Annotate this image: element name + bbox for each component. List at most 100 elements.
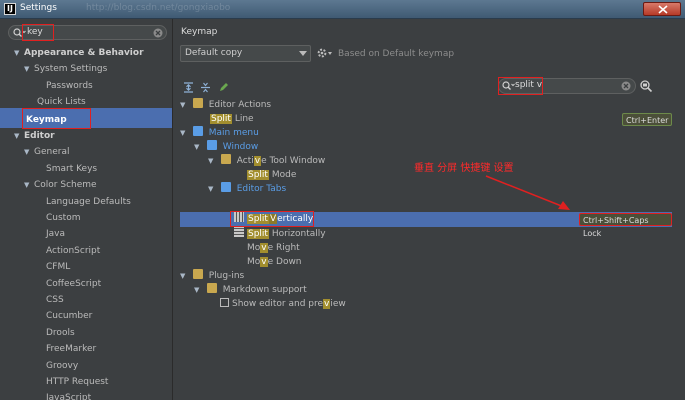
- sidebar-item-cfml[interactable]: CFML: [46, 259, 70, 275]
- expanded-arrow-icon[interactable]: ▼: [14, 128, 24, 144]
- find-by-shortcut-icon[interactable]: [639, 79, 653, 93]
- annotation-box-keymap-search: [498, 77, 543, 95]
- folder-icon: [220, 182, 231, 192]
- annotation-box-keymap: [22, 108, 91, 129]
- based-on-label: Based on Default keymap: [338, 49, 455, 59]
- action-label: iew: [330, 299, 346, 309]
- sidebar-item-label: General: [34, 147, 70, 158]
- sidebar-item-coffeescript[interactable]: CoffeeScript: [46, 276, 101, 292]
- expanded-arrow-icon[interactable]: ▼: [24, 61, 34, 77]
- watermark-text: http://blog.csdn.net/gongxiaobo: [86, 3, 231, 13]
- tree-row-move-down[interactable]: Move Down: [247, 254, 302, 270]
- expanded-arrow-icon: ▼: [180, 101, 186, 109]
- folder-icon: [220, 154, 231, 164]
- editor-preview-icon: [220, 298, 229, 307]
- title-bar: IJ Settings http://blog.csdn.net/gongxia…: [0, 0, 685, 19]
- sidebar-item-label: CFML: [46, 262, 71, 273]
- action-label-highlight: v: [260, 243, 268, 253]
- action-label: Horizontally: [268, 229, 326, 239]
- expanded-arrow-icon[interactable]: ▼: [14, 45, 24, 61]
- sidebar-item-groovy[interactable]: Groovy: [46, 358, 78, 374]
- sidebar-item-label: Drools: [46, 327, 75, 338]
- settings-sidebar: key ▼ Appearance & Behavior ▼ System Settin…: [0, 19, 173, 400]
- keymap-dropdown[interactable]: Default copy: [180, 45, 311, 62]
- action-label-highlight: Split: [210, 114, 232, 124]
- sidebar-item-custom[interactable]: Custom: [46, 210, 80, 226]
- tree-row-editor-tabs[interactable]: ▼ Editor Tabs: [208, 181, 286, 197]
- action-label: Show editor and pre: [232, 299, 324, 309]
- action-label: Mo: [247, 257, 261, 267]
- panel-title: Keymap: [181, 27, 218, 37]
- expand-all-icon[interactable]: [183, 82, 194, 93]
- sidebar-item-label: ActionScript: [46, 245, 101, 256]
- expanded-arrow-icon[interactable]: ▼: [24, 144, 34, 160]
- sidebar-item-label: Custom: [46, 213, 81, 223]
- folder-icon: [206, 283, 217, 293]
- sidebar-item-general[interactable]: ▼ General: [24, 144, 69, 160]
- sidebar-item-language-defaults[interactable]: Language Defaults: [46, 194, 131, 210]
- sidebar-item-label: Quick Lists: [37, 97, 86, 108]
- close-icon: [658, 5, 668, 14]
- clear-search-icon[interactable]: [621, 81, 631, 91]
- sidebar-item-drools[interactable]: Drools: [46, 325, 75, 341]
- sidebar-item-freemarker[interactable]: FreeMarker: [46, 341, 96, 357]
- sidebar-item-javascript[interactable]: JavaScript: [46, 390, 91, 400]
- sidebar-item-actionscript[interactable]: ActionScript: [46, 243, 100, 259]
- sidebar-item-label: CSS: [46, 295, 64, 305]
- tree-label: Editor Actions: [208, 100, 272, 110]
- sidebar-item-css[interactable]: CSS: [46, 292, 64, 308]
- sidebar-item-label: Cucumber: [46, 311, 93, 322]
- edit-pencil-icon[interactable]: [218, 82, 229, 93]
- expanded-arrow-icon: ▼: [180, 272, 186, 280]
- sidebar-item-cucumber[interactable]: Cucumber: [46, 308, 92, 324]
- sidebar-item-label: HTTP Request: [46, 377, 109, 387]
- tree-label-highlight: v: [253, 156, 262, 166]
- annotation-box-search: [22, 24, 54, 41]
- close-window-button[interactable]: [643, 2, 681, 16]
- tree-label: Markdown support: [222, 285, 307, 295]
- expanded-arrow-icon[interactable]: ▼: [24, 177, 34, 193]
- annotation-box-split-vertically: [230, 211, 314, 227]
- action-label-highlight: Split: [247, 229, 269, 239]
- action-label: e Right: [267, 243, 300, 253]
- sidebar-item-label: JavaScript: [46, 393, 92, 400]
- sidebar-item-label: Appearance & Behavior: [24, 48, 144, 58]
- tree-label: Window: [222, 142, 259, 152]
- sidebar-item-label: Groovy: [46, 360, 79, 371]
- folder-icon: [192, 269, 203, 279]
- sidebar-item-label: Editor: [24, 131, 55, 141]
- folder-icon: [206, 140, 217, 150]
- sidebar-item-label: Language Defaults: [46, 196, 131, 207]
- sidebar-item-appearance-behavior[interactable]: ▼ Appearance & Behavior: [14, 45, 144, 61]
- action-label: e Down: [267, 257, 302, 267]
- action-label-highlight: Split: [247, 170, 269, 180]
- expanded-arrow-icon: ▼: [208, 185, 214, 193]
- shortcut-badge-split-line: Ctrl+Enter: [622, 113, 673, 126]
- sidebar-item-label: Smart Keys: [46, 163, 98, 174]
- sidebar-item-label: System Settings: [34, 64, 108, 75]
- sidebar-item-color-scheme[interactable]: ▼ Color Scheme: [24, 177, 97, 193]
- sidebar-item-label: Color Scheme: [34, 180, 97, 191]
- sidebar-item-passwords[interactable]: Passwords: [46, 78, 93, 94]
- keymap-dropdown-value: Default copy: [185, 48, 243, 58]
- clear-search-icon[interactable]: [153, 28, 163, 38]
- sidebar-item-java[interactable]: Java: [46, 226, 65, 242]
- sidebar-item-editor[interactable]: ▼ Editor: [14, 128, 55, 144]
- gear-icon[interactable]: [317, 48, 333, 59]
- keymap-tree: ▼ Editor Actions Split Line Ctrl+Enter ▼…: [180, 97, 673, 397]
- expanded-arrow-icon: ▼: [180, 129, 186, 137]
- folder-icon: [192, 126, 203, 136]
- annotation-arrow-icon: [485, 175, 570, 210]
- tree-label: Plug-ins: [208, 271, 245, 281]
- tree-row-show-editor-preview[interactable]: Show editor and preview: [220, 296, 346, 312]
- action-label: Mo: [247, 243, 261, 253]
- sidebar-item-http-request[interactable]: HTTP Request: [46, 374, 108, 390]
- sidebar-item-label: Java: [46, 229, 66, 240]
- chevron-down-icon: [299, 51, 307, 56]
- collapse-all-icon[interactable]: [200, 82, 211, 93]
- sidebar-item-system-settings[interactable]: ▼ System Settings: [24, 61, 107, 77]
- tree-label: e Tool Window: [261, 156, 326, 166]
- keymap-panel: Keymap Default copy Based on Default key…: [174, 19, 685, 400]
- shortcut-badge-split-vertically: Ctrl+Shift+Caps Lock: [579, 213, 672, 238]
- sidebar-item-smart-keys[interactable]: Smart Keys: [46, 161, 97, 177]
